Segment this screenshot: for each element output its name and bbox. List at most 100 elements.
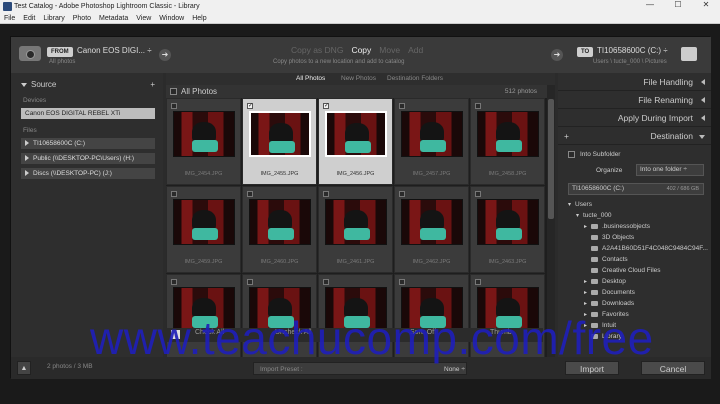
destination-section[interactable]: + Destination (558, 127, 711, 145)
photo-thumbnail-image[interactable] (477, 111, 539, 157)
drive-label: TI10658600C (C:) (33, 140, 86, 147)
photo-checkbox[interactable]: ✓ (247, 103, 253, 109)
photo-filename: IMG_2457.JPG (412, 171, 451, 177)
expand-toggle-icon[interactable]: ▾ (576, 211, 583, 222)
organize-dropdown[interactable]: Into one folder ÷ (636, 164, 704, 176)
photo-checkbox[interactable] (323, 191, 329, 197)
menu-edit[interactable]: Edit (19, 13, 39, 24)
menu-file[interactable]: File (0, 13, 19, 24)
file-renaming-section[interactable]: File Renaming (558, 91, 711, 109)
photo-thumbnail-cell[interactable]: IMG_2463.JPG (470, 186, 545, 273)
drive-item-h[interactable]: Public (\\DESKTOP-PC\Users) (H:) (21, 153, 155, 164)
folder-tree-item[interactable]: ▾ tucte_000 (576, 210, 612, 221)
folder-tree-item[interactable]: ▸ Documents (584, 287, 635, 298)
photo-thumbnail-cell[interactable]: ✓ IMG_2455.JPG (242, 98, 317, 185)
folder-label: Users (575, 201, 592, 208)
photo-thumbnail-image[interactable] (401, 111, 463, 157)
tab-new-photos[interactable]: New Photos (341, 73, 376, 85)
photo-thumbnail-image[interactable] (325, 111, 387, 157)
add-folder-button[interactable]: + (564, 127, 569, 145)
photo-checkbox[interactable] (475, 191, 481, 197)
photo-checkbox[interactable] (171, 103, 177, 109)
mode-add[interactable]: Add (408, 45, 423, 55)
scrollbar-thumb[interactable] (548, 99, 554, 219)
source-subtitle: All photos (49, 59, 76, 65)
photo-filename: IMG_2459.JPG (184, 259, 223, 265)
photo-thumbnail-cell[interactable]: IMG_2457.JPG (394, 98, 469, 185)
into-subfolder-checkbox[interactable] (568, 151, 575, 158)
folder-tree-item[interactable]: Creative Cloud Files (584, 265, 661, 276)
photo-checkbox[interactable] (399, 191, 405, 197)
drive-item-c[interactable]: TI10658600C (C:) (21, 138, 155, 149)
close-window-button[interactable]: ✕ (692, 0, 720, 13)
source-panel-header[interactable]: Source + (11, 79, 163, 91)
folder-tree-item[interactable]: ▸ Downloads (584, 298, 634, 309)
watermark-text: www.teachucomp.com/free (90, 312, 654, 364)
mode-copy[interactable]: Copy (351, 45, 371, 55)
folder-tree-item[interactable]: A2A41B60D51F4C048C9484C94F... (584, 243, 708, 254)
photo-checkbox[interactable] (247, 191, 253, 197)
mode-move[interactable]: Move (379, 45, 400, 55)
photo-thumbnail-image[interactable] (401, 199, 463, 245)
folder-tree-item[interactable]: ▸ Desktop (584, 276, 626, 287)
expand-toggle-icon[interactable]: ▾ (568, 200, 575, 211)
photo-thumbnail-image[interactable] (249, 111, 311, 157)
destination-drive[interactable]: TI10658600C (C:) 402 / 686 GB (568, 183, 704, 195)
lightroom-app-icon (3, 2, 12, 11)
photo-thumbnail-cell[interactable]: IMG_2459.JPG (166, 186, 241, 273)
preset-value[interactable]: None ÷ (444, 363, 465, 376)
photo-thumbnail-image[interactable] (173, 111, 235, 157)
tab-destination-folders[interactable]: Destination Folders (387, 73, 443, 85)
menu-library[interactable]: Library (39, 13, 68, 24)
folder-icon (591, 223, 598, 229)
collapse-up-button[interactable]: ▲ (17, 361, 31, 375)
menu-help[interactable]: Help (188, 13, 210, 24)
photo-checkbox[interactable] (399, 103, 405, 109)
photo-thumbnail-cell[interactable]: IMG_2454.JPG (166, 98, 241, 185)
source-selector[interactable]: Canon EOS DIGI... ÷ (77, 46, 152, 55)
photo-checkbox[interactable] (171, 191, 177, 197)
to-label: TO (577, 47, 594, 57)
photo-thumbnail-cell[interactable]: IMG_2458.JPG (470, 98, 545, 185)
photo-checkbox[interactable] (247, 279, 253, 285)
folder-tree-item[interactable]: Contacts (584, 254, 628, 265)
menu-view[interactable]: View (132, 13, 155, 24)
menu-window[interactable]: Window (155, 13, 188, 24)
photo-filename: IMG_2458.JPG (488, 171, 527, 177)
camera-icon (19, 46, 41, 61)
photo-thumbnail-cell[interactable]: IMG_2461.JPG (318, 186, 393, 273)
folder-tree-item[interactable]: 3D Objects (584, 232, 634, 243)
drive-item-j[interactable]: Discs (\\DESKTOP-PC) (J:) (21, 168, 155, 179)
select-all-checkbox[interactable] (170, 88, 177, 95)
file-handling-section[interactable]: File Handling (558, 73, 711, 91)
photo-thumbnail-cell[interactable]: IMG_2462.JPG (394, 186, 469, 273)
tab-all-photos[interactable]: All Photos (296, 73, 325, 85)
menu-metadata[interactable]: Metadata (95, 13, 132, 24)
photo-checkbox[interactable]: ✓ (323, 103, 329, 109)
photo-checkbox[interactable] (323, 279, 329, 285)
photo-thumbnail-image[interactable] (477, 199, 539, 245)
device-item[interactable]: Canon EOS DIGITAL REBEL XTi (21, 108, 155, 119)
photo-thumbnail-image[interactable] (173, 199, 235, 245)
photo-thumbnail-cell[interactable]: ✓ IMG_2456.JPG (318, 98, 393, 185)
photo-checkbox[interactable] (475, 279, 481, 285)
minimize-button[interactable]: — (636, 0, 664, 13)
maximize-button[interactable]: ☐ (664, 0, 692, 13)
photo-checkbox[interactable] (475, 103, 481, 109)
folder-tree-item[interactable]: ▸ .businessobjects (584, 221, 650, 232)
photo-thumbnail-image[interactable] (325, 199, 387, 245)
collapse-arrow-icon (701, 115, 705, 121)
photo-thumbnail-image[interactable] (249, 199, 311, 245)
photo-checkbox[interactable] (171, 279, 177, 285)
mode-copy-as-dng[interactable]: Copy as DNG (291, 45, 343, 55)
photo-filename: IMG_2454.JPG (184, 171, 223, 177)
drive-label: Public (\\DESKTOP-PC\Users) (H:) (33, 155, 135, 162)
menu-photo[interactable]: Photo (69, 13, 95, 24)
photo-checkbox[interactable] (399, 279, 405, 285)
drive-space: 402 / 686 GB (666, 186, 699, 192)
folder-tree-item[interactable]: ▾ Users (568, 199, 592, 210)
photo-thumbnail-cell[interactable]: IMG_2460.JPG (242, 186, 317, 273)
apply-during-import-section[interactable]: Apply During Import (558, 109, 711, 127)
destination-selector[interactable]: TI10658600C (C:) ÷ (597, 46, 668, 55)
add-source-button[interactable]: + (150, 79, 155, 91)
